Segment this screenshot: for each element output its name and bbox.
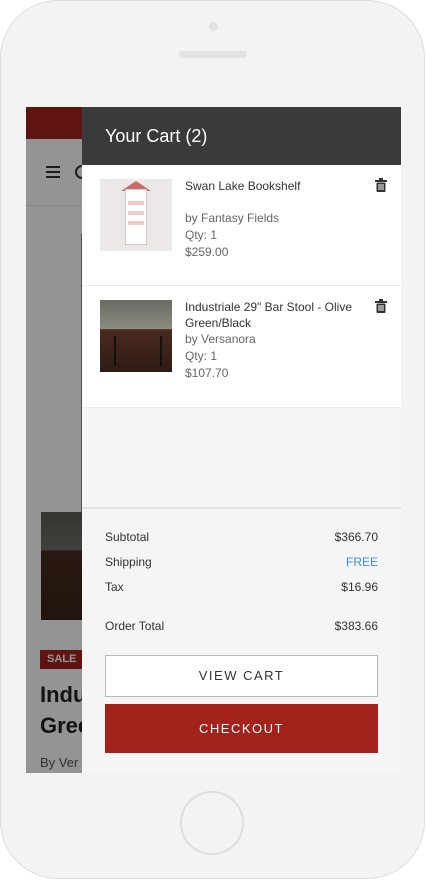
order-total-value: $383.66 (334, 619, 378, 633)
item-qty: Qty: 1 (185, 349, 218, 363)
order-total-row: Order Total $383.66 (105, 617, 378, 635)
item-qty: Qty: 1 (185, 228, 218, 242)
item-brand: by Fantasy Fields (185, 211, 280, 225)
shipping-value: FREE (345, 555, 378, 569)
trash-icon[interactable] (375, 178, 387, 192)
item-brand: by Versanora (185, 332, 256, 346)
screen: SALE Indu Gree By Ver Your Cart (2) Swan… (26, 107, 401, 773)
bookshelf-image[interactable] (100, 179, 172, 251)
camera (209, 22, 218, 31)
item-name[interactable]: Industriale 29" Bar Stool - Olive Green/… (185, 299, 365, 331)
cart-items-list: Swan Lake Bookshelf by Fantasy Fields Qt… (82, 165, 401, 507)
item-price: $107.70 (185, 366, 229, 380)
subtotal-value: $366.70 (334, 530, 378, 544)
cart-item: Industriale 29" Bar Stool - Olive Green/… (82, 286, 401, 408)
tax-row: Tax $16.96 (105, 578, 378, 596)
tax-label: Tax (105, 580, 124, 594)
item-price: $259.00 (185, 245, 229, 259)
home-button[interactable] (180, 791, 244, 855)
speaker (179, 51, 247, 58)
item-name[interactable]: Swan Lake Bookshelf (185, 178, 365, 194)
cart-title: Your Cart (2) (82, 107, 401, 165)
order-total-label: Order Total (105, 619, 165, 633)
phone-frame: SALE Indu Gree By Ver Your Cart (2) Swan… (0, 0, 427, 881)
shipping-label: Shipping (105, 555, 152, 569)
cart-drawer: Your Cart (2) Swan Lake Bookshelf by Fan… (82, 107, 401, 773)
trash-icon[interactable] (375, 299, 387, 313)
bar-stool-image[interactable] (100, 300, 172, 372)
cart-item: Swan Lake Bookshelf by Fantasy Fields Qt… (82, 165, 401, 286)
tax-value: $16.96 (341, 580, 378, 594)
shipping-row: Shipping FREE (105, 553, 378, 571)
view-cart-button[interactable]: VIEW CART (105, 655, 378, 697)
checkout-button[interactable]: CHECKOUT (105, 704, 378, 753)
order-summary: Subtotal $366.70 Shipping FREE Tax $16.9… (82, 509, 401, 773)
subtotal-label: Subtotal (105, 530, 150, 544)
subtotal-row: Subtotal $366.70 (105, 528, 378, 546)
